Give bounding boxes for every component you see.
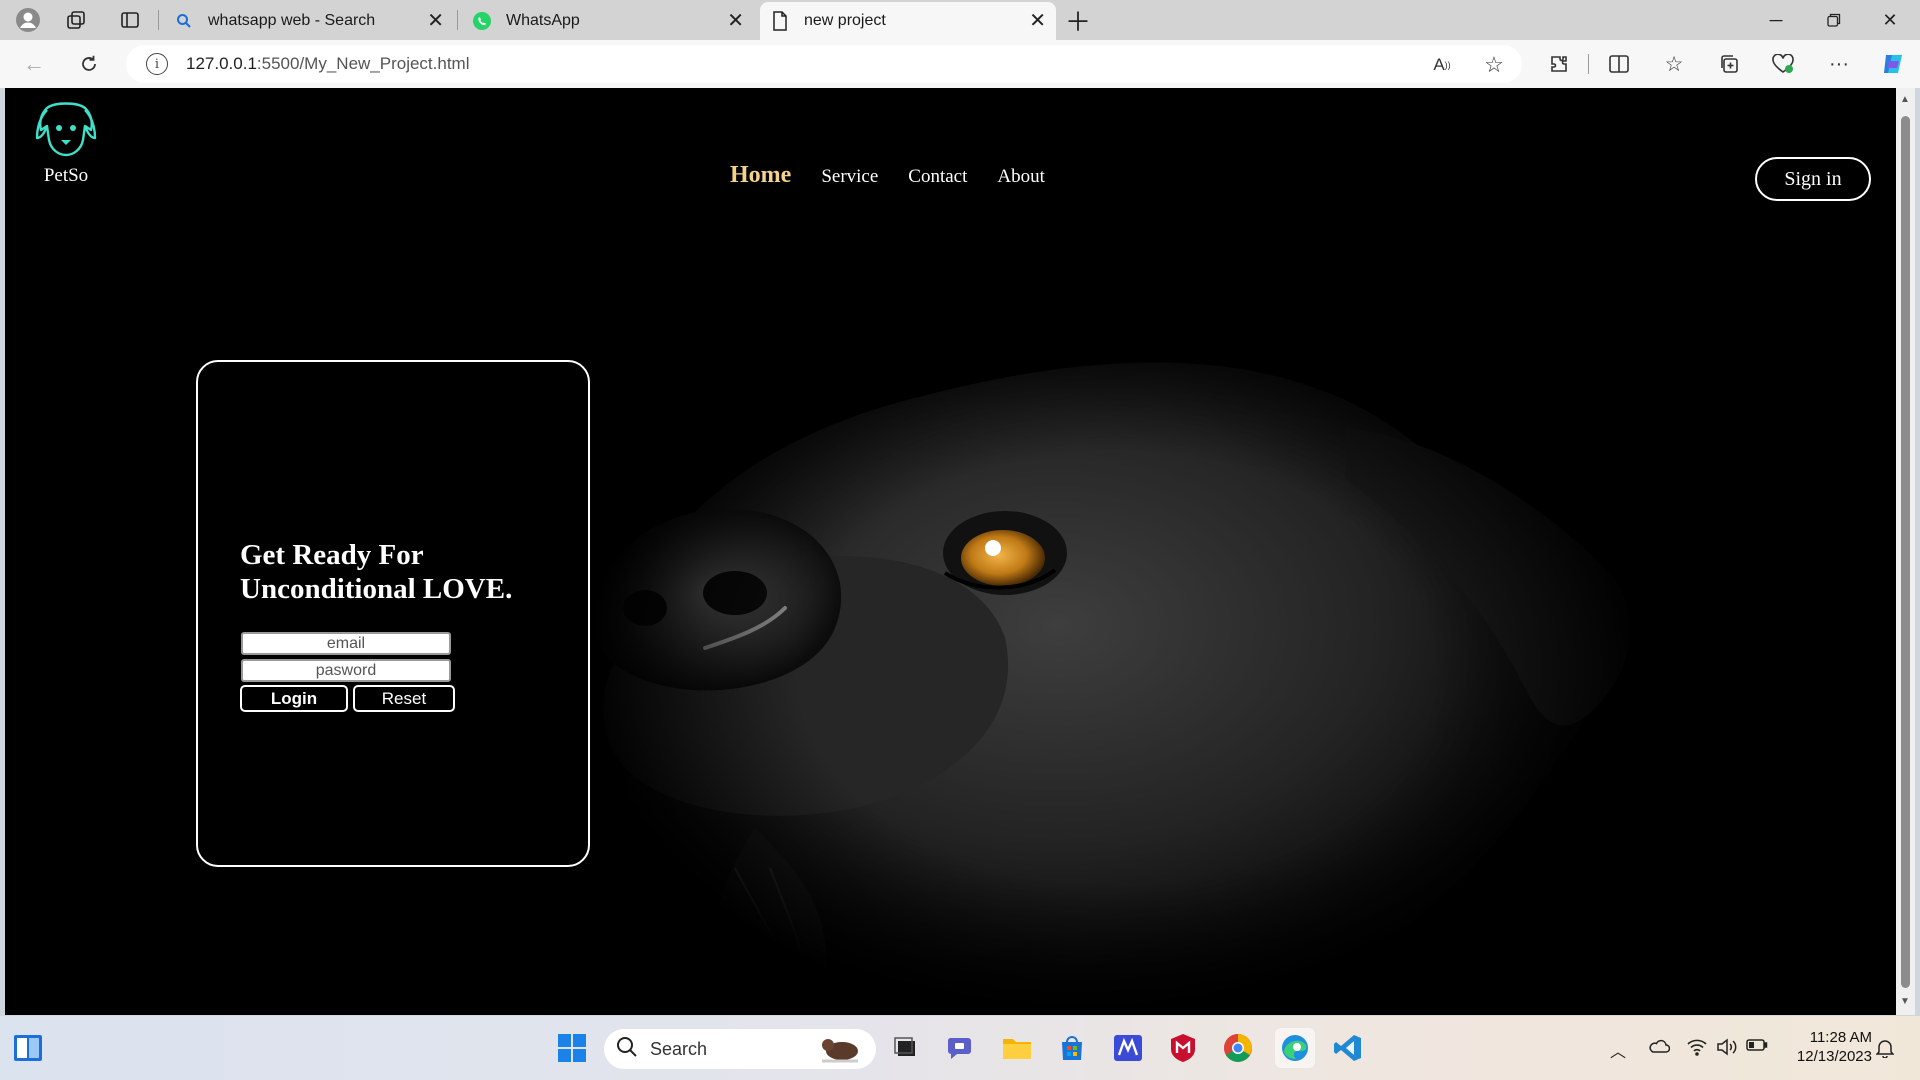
headline-line-2: Unconditional LOVE.	[240, 573, 513, 605]
taskbar-search[interactable]: Search	[604, 1029, 876, 1069]
task-view-icon[interactable]	[888, 1030, 924, 1066]
nav-contact[interactable]: Contact	[908, 166, 967, 188]
login-button[interactable]: Login	[240, 685, 348, 712]
wifi-icon[interactable]	[1686, 1038, 1708, 1061]
sign-in-button[interactable]: Sign in	[1755, 157, 1871, 201]
tab-separator	[457, 10, 458, 30]
search-icon	[616, 1036, 638, 1063]
teams-chat-icon[interactable]	[944, 1030, 980, 1066]
nav-about[interactable]: About	[997, 166, 1045, 188]
logo[interactable]: PetSo	[27, 100, 105, 187]
volume-icon[interactable]	[1716, 1038, 1738, 1061]
file-explorer-icon[interactable]	[999, 1030, 1035, 1066]
url-text[interactable]: 127.0.0.1:5500/My_New_Project.html	[186, 54, 470, 74]
brand-name: PetSo	[43, 165, 89, 186]
whatsapp-icon	[472, 11, 492, 31]
tab-new-project[interactable]: new project ✕	[760, 2, 1056, 40]
search-highlight-icon	[818, 1033, 862, 1070]
close-tab-icon[interactable]: ✕	[427, 11, 444, 31]
login-card: Get Ready For Unconditional LOVE. email …	[196, 360, 590, 867]
tab-separator	[158, 10, 159, 30]
hero-headline: Get Ready For Unconditional LOVE.	[240, 538, 570, 606]
url-host: 127.0.0.1	[186, 54, 257, 73]
collections-icon[interactable]	[1714, 50, 1744, 78]
vscode-icon[interactable]	[1330, 1030, 1366, 1066]
more-options-icon[interactable]: ···	[1824, 50, 1854, 78]
battery-icon[interactable]	[1746, 1038, 1768, 1057]
restore-icon[interactable]	[1814, 6, 1854, 34]
toolbar-separator	[1588, 54, 1589, 74]
show-hidden-icons-icon[interactable]: ︿	[1610, 1038, 1626, 1062]
microsoft-store-icon[interactable]	[1054, 1030, 1090, 1066]
tab-title: WhatsApp	[506, 12, 580, 29]
favorites-icon[interactable]: ☆	[1659, 50, 1689, 78]
nav-service[interactable]: Service	[821, 166, 878, 188]
widgets-icon[interactable]	[10, 1030, 46, 1066]
split-screen-icon[interactable]	[1604, 50, 1634, 78]
refresh-icon[interactable]	[73, 50, 105, 78]
nav-home[interactable]: Home	[730, 162, 791, 189]
close-tab-icon[interactable]: ✕	[1029, 11, 1046, 31]
address-bar[interactable]: i 127.0.0.1:5500/My_New_Project.html A))…	[126, 45, 1522, 83]
headline-line-1: Get Ready For	[240, 539, 424, 571]
copilot-icon[interactable]	[1878, 50, 1908, 78]
edge-icon[interactable]	[1275, 1028, 1315, 1068]
tab-actions-icon[interactable]	[116, 6, 144, 34]
email-field[interactable]: email	[241, 632, 451, 655]
new-tab-icon[interactable]: ＋	[1064, 6, 1092, 37]
tab-bar: whatsapp web - Search ✕ WhatsApp ✕ new p…	[0, 0, 1920, 40]
workspaces-icon[interactable]	[62, 6, 90, 34]
search-label: Search	[650, 1038, 708, 1059]
mcafee-icon[interactable]	[1165, 1030, 1201, 1066]
chrome-icon[interactable]	[1220, 1030, 1256, 1066]
tab-whatsapp[interactable]: WhatsApp ✕	[462, 2, 754, 40]
site-info-icon[interactable]: i	[146, 53, 168, 75]
reset-button[interactable]: Reset	[353, 685, 455, 712]
scroll-down-icon[interactable]: ▼	[1900, 996, 1910, 1007]
password-field[interactable]: pasword	[241, 659, 451, 682]
back-icon[interactable]: ←	[18, 50, 50, 78]
scrollbar-thumb[interactable]	[1901, 116, 1910, 988]
url-path: :5500/My_New_Project.html	[256, 54, 470, 73]
page-viewport: PetSo Home Service Contact About Sign in…	[5, 88, 1896, 1015]
clock-time: 11:28 AM	[1809, 1029, 1872, 1046]
minimize-icon[interactable]: ─	[1756, 6, 1796, 34]
page-icon	[770, 11, 790, 31]
app-m-icon[interactable]	[1110, 1030, 1146, 1066]
favorite-star-icon[interactable]: ☆	[1480, 51, 1508, 79]
read-aloud-icon[interactable]: A))	[1428, 51, 1456, 79]
extensions-icon[interactable]	[1544, 50, 1574, 78]
tab-title: whatsapp web - Search	[208, 12, 376, 29]
address-toolbar: ← i 127.0.0.1:5500/My_New_Project.html A…	[0, 40, 1920, 88]
start-icon[interactable]	[554, 1030, 590, 1066]
close-window-icon[interactable]: ✕	[1870, 6, 1910, 34]
dog-logo-icon	[35, 102, 97, 157]
close-tab-icon[interactable]: ✕	[727, 11, 744, 31]
dog-photo	[585, 308, 1645, 1015]
page-scrollbar[interactable]: ▲ ▼	[1896, 88, 1915, 1015]
main-nav: Home Service Contact About	[730, 162, 1075, 189]
tab-whatsapp-search[interactable]: whatsapp web - Search ✕	[164, 2, 454, 40]
onedrive-icon[interactable]	[1648, 1038, 1671, 1059]
taskbar: Search ︿ 11:28 AM 12/13/2023	[0, 1016, 1920, 1080]
clock-date: 12/13/2023	[1796, 1048, 1872, 1065]
notifications-icon[interactable]	[1875, 1038, 1895, 1063]
scroll-up-icon[interactable]: ▲	[1900, 94, 1910, 105]
browser-essentials-icon[interactable]	[1768, 50, 1798, 78]
system-clock[interactable]: 11:28 AM 12/13/2023	[1780, 1028, 1872, 1066]
profile-icon[interactable]	[14, 6, 42, 34]
search-icon	[174, 11, 194, 31]
tab-title: new project	[804, 12, 886, 29]
